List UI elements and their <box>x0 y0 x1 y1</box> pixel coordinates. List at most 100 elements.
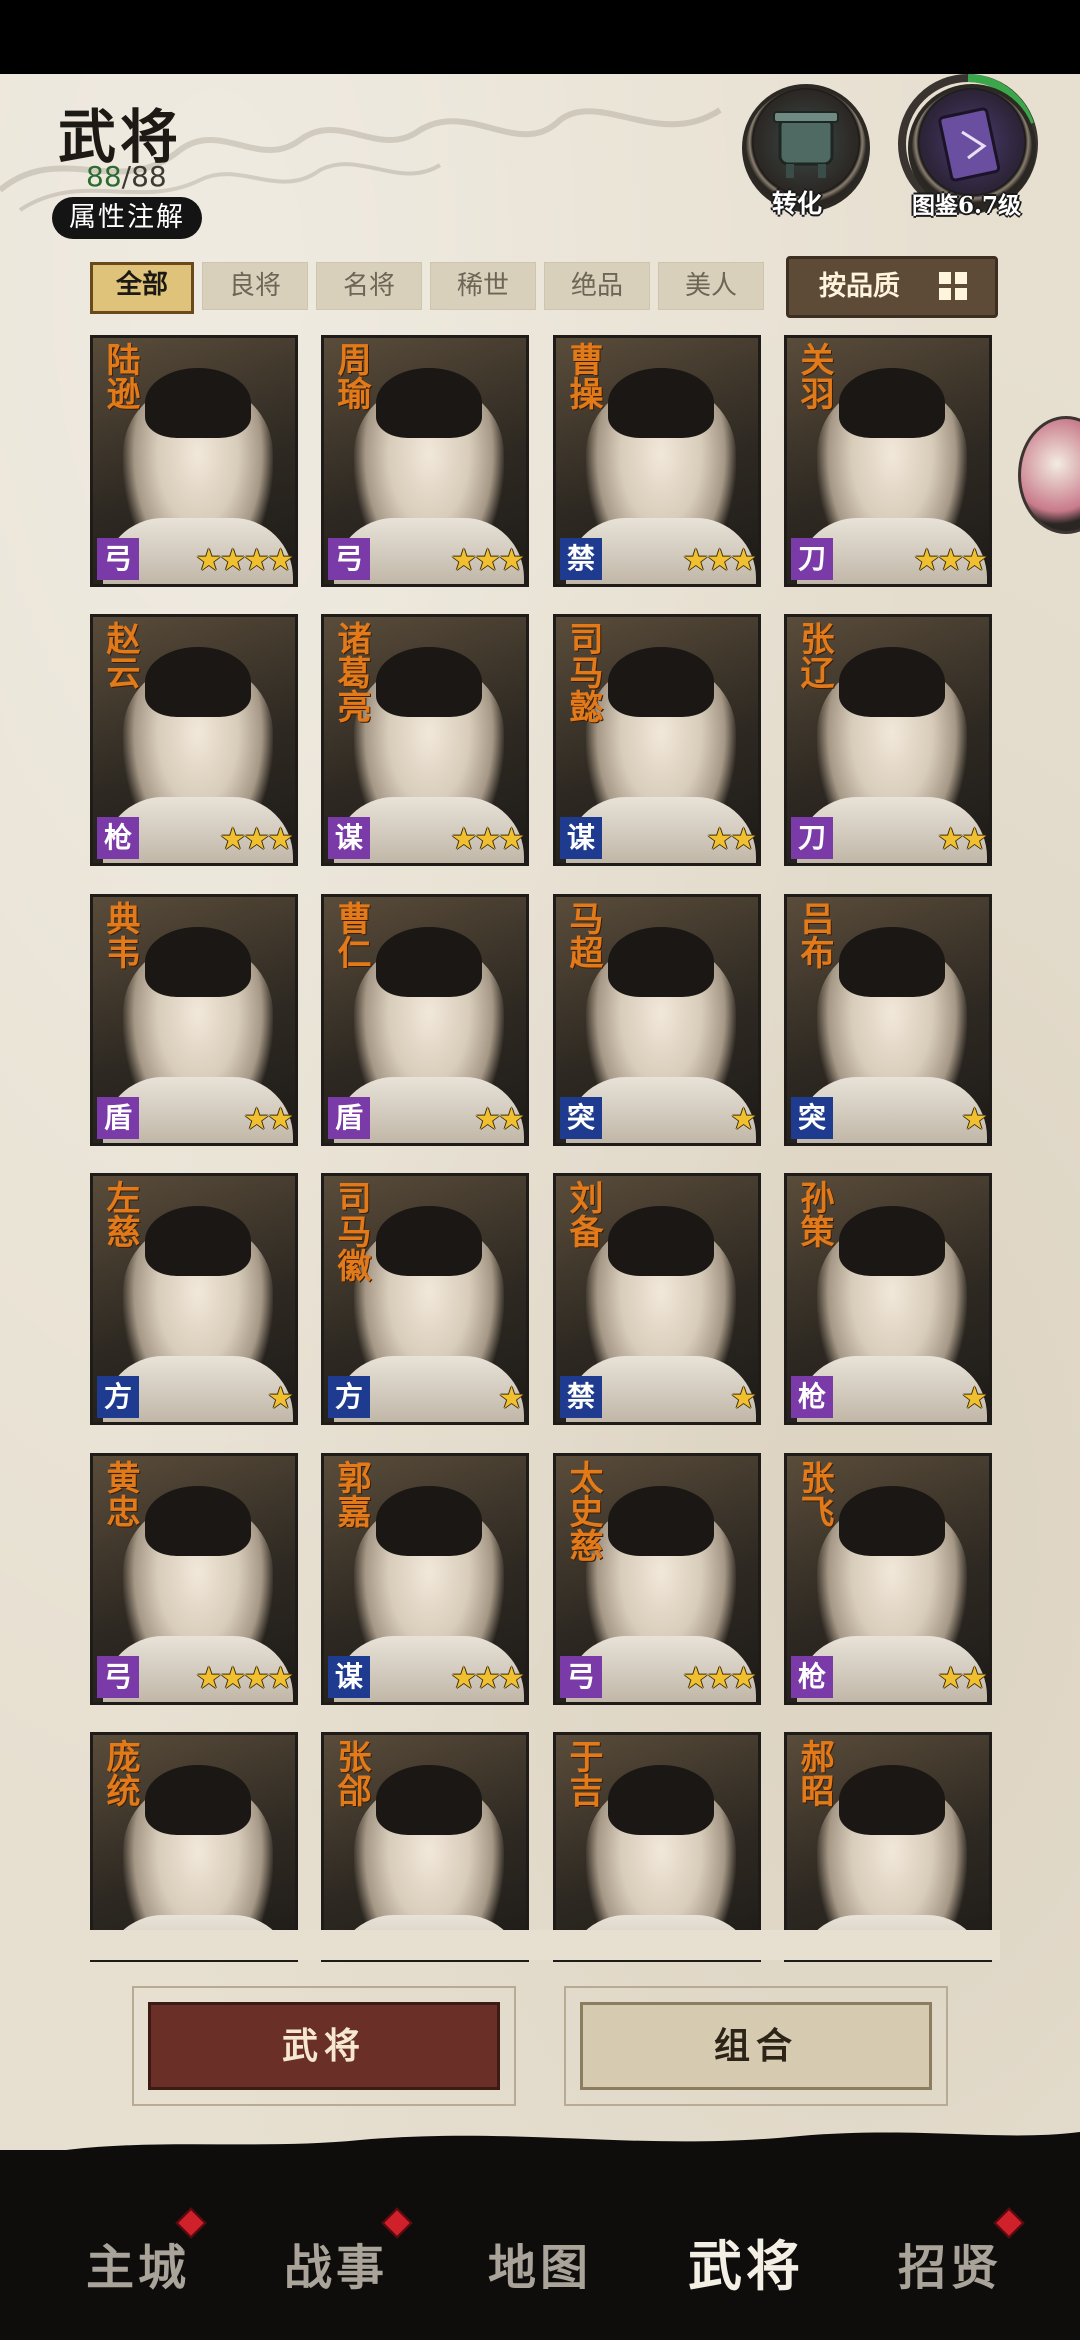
general-portrait-hair <box>839 1206 945 1276</box>
star-rating: ★★★ <box>450 822 525 857</box>
general-name: 刘备 <box>563 1180 603 1248</box>
star-rating: ★★ <box>706 822 757 857</box>
general-card[interactable]: 郝昭 <box>784 1732 992 1962</box>
general-card[interactable]: 孙策枪 ★ <box>784 1173 992 1425</box>
convert-label: 转化 <box>772 189 823 218</box>
general-card[interactable]: 张辽刀 ★★ <box>784 614 992 866</box>
general-portrait-hair <box>376 927 482 997</box>
general-name: 张辽 <box>794 621 834 689</box>
star-rating: ★★★ <box>913 543 988 578</box>
tab-good-general[interactable]: 良将 <box>202 262 308 310</box>
general-card[interactable]: 周瑜弓 ★★★ <box>321 335 529 587</box>
general-count: 88/88 <box>86 160 167 193</box>
general-count-total: /88 <box>121 160 167 193</box>
general-type-badge: 方 <box>97 1376 139 1418</box>
general-name: 司马懿 <box>563 621 603 723</box>
star-rating: ★ <box>730 1102 757 1137</box>
general-card[interactable]: 曹操禁 ★★★ <box>553 335 761 587</box>
tab-rare[interactable]: 稀世 <box>430 262 536 310</box>
general-card[interactable]: 黄忠弓 ★★★★ <box>90 1453 298 1705</box>
general-card[interactable]: 陆逊弓 ★★★★ <box>90 335 298 587</box>
general-card[interactable]: 左慈方 ★ <box>90 1173 298 1425</box>
codex-level-label: 图鉴6.7级 <box>912 192 1022 219</box>
general-portrait-hair <box>376 1486 482 1556</box>
general-name: 典韦 <box>100 901 140 969</box>
tab-famous-general[interactable]: 名将 <box>316 262 422 310</box>
tab-all[interactable]: 全部 <box>90 262 194 314</box>
general-type-badge: 盾 <box>328 1097 370 1139</box>
general-name: 张郃 <box>331 1739 371 1807</box>
grid-fade-edge <box>80 1930 1000 1960</box>
general-type-badge: 突 <box>791 1097 833 1139</box>
star-rating: ★ <box>267 1381 294 1416</box>
tab-supreme[interactable]: 绝品 <box>544 262 650 310</box>
quality-filter-tabs: 全部 良将 名将 稀世 绝品 美人 <box>90 262 764 314</box>
general-type-badge: 方 <box>328 1376 370 1418</box>
general-card[interactable]: 吕布突 ★ <box>784 894 992 1146</box>
nav-generals[interactable]: 武将 <box>688 2222 804 2301</box>
general-portrait-hair <box>376 368 482 438</box>
nav-map[interactable]: 地图 <box>488 2228 592 2298</box>
general-name: 于吉 <box>563 1739 603 1807</box>
general-card[interactable]: 典韦盾 ★★ <box>90 894 298 1146</box>
star-rating: ★ <box>498 1381 525 1416</box>
general-portrait-hair <box>145 647 251 717</box>
general-name: 吕布 <box>794 901 834 969</box>
general-card[interactable]: 庞统 <box>90 1732 298 1962</box>
general-name: 关羽 <box>794 342 834 410</box>
general-portrait-hair <box>608 927 714 997</box>
nav-main-city[interactable]: 主城 <box>86 2228 190 2298</box>
general-card[interactable]: 太史慈弓 ★★★ <box>553 1453 761 1705</box>
general-portrait-hair <box>839 368 945 438</box>
general-name: 郭嘉 <box>331 1460 371 1528</box>
general-name: 曹仁 <box>331 901 371 969</box>
star-rating: ★★★ <box>219 822 294 857</box>
general-card[interactable]: 于吉 <box>553 1732 761 1962</box>
attribute-notes-button[interactable]: 属性注解 <box>52 197 202 239</box>
general-name: 司马徽 <box>331 1180 371 1282</box>
star-rating: ★★★ <box>682 1661 757 1696</box>
general-card[interactable]: 司马懿谋 ★★ <box>553 614 761 866</box>
general-card[interactable]: 曹仁盾 ★★ <box>321 894 529 1146</box>
general-name: 曹操 <box>563 342 603 410</box>
general-card[interactable]: 张郃 <box>321 1732 529 1962</box>
star-rating: ★ <box>730 1381 757 1416</box>
general-name: 张飞 <box>794 1460 834 1528</box>
general-portrait-hair <box>376 1765 482 1835</box>
general-card[interactable]: 郭嘉谋 ★★★ <box>321 1453 529 1705</box>
general-name: 庞统 <box>100 1739 140 1807</box>
general-portrait-hair <box>839 927 945 997</box>
general-card[interactable]: 刘备禁 ★ <box>553 1173 761 1425</box>
general-type-badge: 枪 <box>791 1376 833 1418</box>
general-card[interactable]: 马超突 ★ <box>553 894 761 1146</box>
general-type-badge: 突 <box>560 1097 602 1139</box>
general-portrait-hair <box>145 1486 251 1556</box>
general-type-badge: 谋 <box>328 1656 370 1698</box>
nav-battles[interactable]: 战事 <box>284 2228 388 2298</box>
sort-label: 按品质 <box>819 271 900 302</box>
general-name: 赵云 <box>100 621 140 689</box>
general-name: 郝昭 <box>794 1739 834 1807</box>
general-name: 陆逊 <box>100 342 140 410</box>
general-type-badge: 谋 <box>560 817 602 859</box>
general-card[interactable]: 诸葛亮谋 ★★★ <box>321 614 529 866</box>
general-card[interactable]: 赵云枪 ★★★ <box>90 614 298 866</box>
nav-recruit[interactable]: 招贤 <box>898 2228 1002 2298</box>
tab-beauty[interactable]: 美人 <box>658 262 764 310</box>
general-card[interactable]: 关羽刀 ★★★ <box>784 335 992 587</box>
generals-button[interactable]: 武将 <box>148 2002 500 2090</box>
general-name: 马超 <box>563 901 603 969</box>
general-portrait-hair <box>376 1206 482 1276</box>
general-card[interactable]: 张飞枪 ★★ <box>784 1453 992 1705</box>
general-card[interactable]: 司马徽方 ★ <box>321 1173 529 1425</box>
general-portrait-hair <box>608 368 714 438</box>
sort-by-quality-button[interactable]: 按品质 <box>786 256 998 318</box>
combination-button[interactable]: 组合 <box>580 2002 932 2090</box>
star-rating: ★★★★ <box>195 1661 294 1696</box>
general-name: 诸葛亮 <box>331 621 371 723</box>
general-type-badge: 谋 <box>328 817 370 859</box>
general-type-badge: 弓 <box>328 538 370 580</box>
general-portrait-hair <box>608 647 714 717</box>
general-portrait-hair <box>839 1486 945 1556</box>
star-rating: ★★ <box>474 1102 525 1137</box>
